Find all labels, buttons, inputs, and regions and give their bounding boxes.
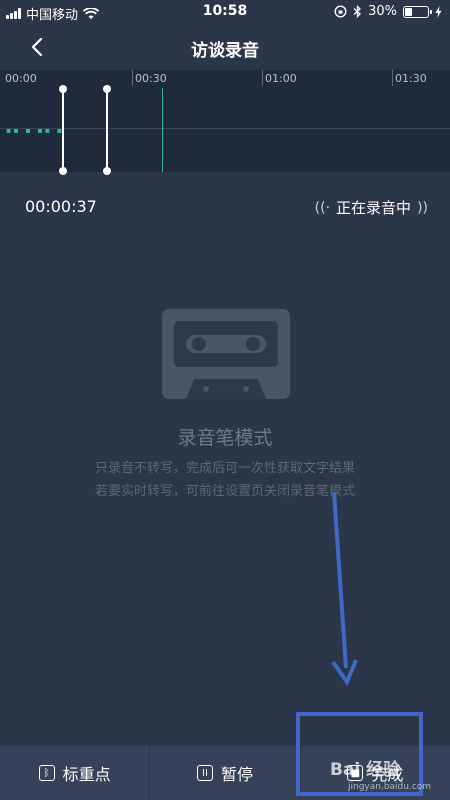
audio-timeline[interactable]: 00:00 00:30 01:00 01:30 ▪▪ ▪ ▪▪ ▪ — [0, 70, 450, 175]
tick-label: 01:30 — [395, 72, 427, 85]
mode-description-line2: 若要实时转写，可前往设置页关闭录音笔模式 — [94, 484, 355, 499]
recording-status: ((· 正在录音中 )) — [315, 197, 428, 218]
mark-highlight-label: 标重点 — [62, 765, 111, 784]
bookmark-icon: ᛒ — [38, 765, 55, 781]
pause-label: 暂停 — [220, 765, 253, 784]
waveform-area — [0, 88, 450, 172]
time-ruler: 00:00 00:30 01:00 01:30 — [0, 70, 450, 88]
page-title: 访谈录音 — [191, 41, 259, 61]
selection-handle-end[interactable] — [103, 85, 111, 175]
watermark-logo: Bai 经验 — [330, 760, 401, 780]
selection-handle-start[interactable] — [59, 85, 67, 175]
charging-icon — [435, 5, 442, 18]
battery-percent: 30% — [368, 4, 397, 19]
sound-wave-left-icon: ((· — [314, 199, 331, 216]
elapsed-time: 00:00:37 — [25, 197, 97, 216]
tick-label: 01:00 — [265, 72, 297, 85]
status-bar: 中国移动 10:58 30% — [0, 0, 450, 24]
playhead — [162, 88, 163, 172]
tick-mark — [392, 70, 393, 86]
pause-button[interactable]: II 暂停 — [150, 746, 301, 800]
mark-highlight-button[interactable]: ᛒ 标重点 — [0, 746, 151, 800]
tick-mark — [262, 70, 263, 86]
mode-title: 录音笔模式 — [177, 427, 273, 449]
tick-mark — [132, 70, 133, 86]
orientation-lock-icon — [334, 5, 347, 18]
mode-description-line1: 只录音不转写，完成后可一次性获取文字结果 — [94, 461, 355, 476]
grid-line — [0, 128, 450, 129]
battery-icon — [403, 5, 432, 18]
recording-status-label: 正在录音中 — [336, 199, 412, 217]
tick-label: 00:00 — [5, 72, 37, 85]
sound-wave-right-icon: )) — [417, 199, 428, 216]
waveform: ▪▪ ▪ ▪▪ ▪ — [6, 126, 65, 135]
cassette-icon — [162, 309, 290, 399]
pause-icon: II — [196, 765, 213, 781]
tick-label: 00:30 — [135, 72, 167, 85]
bluetooth-icon — [353, 5, 362, 18]
nav-bar: 访谈录音 — [0, 24, 450, 70]
watermark-url: jingyan.baidu.com — [348, 782, 432, 792]
